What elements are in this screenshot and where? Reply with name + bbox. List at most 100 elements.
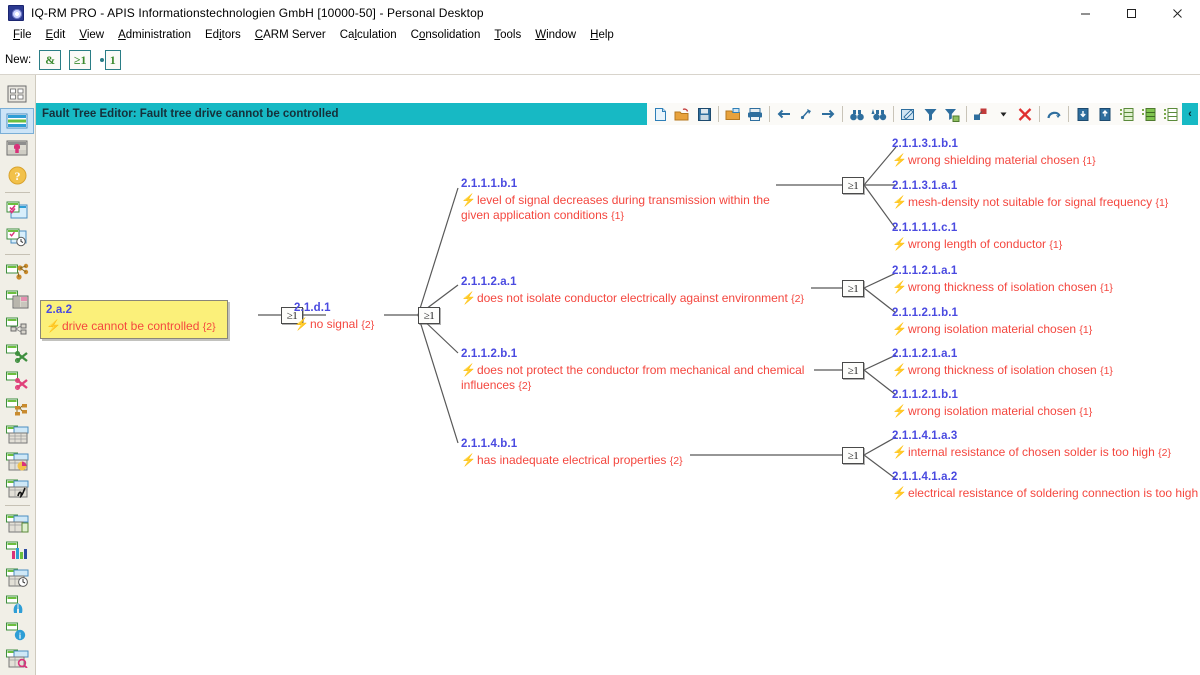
flow-chart-icon[interactable] [0, 313, 34, 339]
failure-bolt-icon: ⚡ [461, 362, 476, 377]
scissors-green-icon[interactable] [0, 340, 34, 366]
or-gate-level1[interactable]: ≥1 [418, 307, 440, 324]
node-description: ⚡wrong thickness of isolation chosen {1} [892, 279, 1113, 294]
network-nodes-icon[interactable] [0, 394, 34, 420]
forward-arrow-icon[interactable] [817, 104, 839, 124]
fault-tree-level2-node[interactable]: 2.1.1.1.b.1 ⚡level of signal decreases d… [461, 177, 781, 225]
fault-tree-leaf-node[interactable]: 2.1.1.3.1.b.1 ⚡wrong shielding material … [892, 137, 1197, 169]
menu-item-file[interactable]: FFileile [6, 28, 39, 44]
open-folder-icon[interactable] [671, 104, 693, 124]
delete-x-icon[interactable] [1014, 104, 1036, 124]
new-not-gate-button[interactable]: 1 [99, 50, 121, 70]
fault-tree-level2-node[interactable]: 2.1.1.2.b.1 ⚡does not protect the conduc… [461, 347, 811, 395]
close-icon[interactable] [1154, 0, 1200, 26]
node-code: 2.1.1.4.b.1 [461, 438, 518, 450]
table-insert-icon[interactable] [0, 135, 34, 161]
fault-tree-leaf-node[interactable]: 2.1.1.4.1.a.2 ⚡electrical resistance of … [892, 470, 1200, 501]
rail-divider [5, 505, 30, 506]
collapse-panel-button[interactable]: ‹ [1182, 103, 1198, 125]
fault-tree-leaf-node[interactable]: 2.1.1.1.1.c.1 ⚡wrong length of conductor… [892, 221, 1197, 253]
or-gate-branch-4[interactable]: ≥1 [842, 447, 864, 464]
fault-tree-level1-node[interactable]: 2.1.d.1 ⚡no signal {2} [294, 301, 394, 333]
back-arrow-icon[interactable] [773, 104, 795, 124]
edit-properties-icon[interactable] [897, 104, 919, 124]
list-fill-icon[interactable] [1138, 104, 1160, 124]
export-down-icon[interactable] [1072, 104, 1094, 124]
info-icon[interactable]: i [0, 618, 34, 644]
menu-item-view[interactable]: View [72, 28, 111, 44]
find-next-binoculars-icon[interactable] [868, 104, 890, 124]
dropdown-arrow-icon[interactable] [992, 104, 1014, 124]
action-history-icon[interactable] [0, 224, 34, 250]
fault-tree-level2-node[interactable]: 2.1.1.4.b.1 ⚡has inadequate electrical p… [461, 437, 701, 469]
new-or-gate-button[interactable]: ≥1 [69, 50, 92, 70]
rail-divider [5, 192, 30, 193]
menu-item-window[interactable]: Window [528, 28, 583, 44]
or-gate-branch-1[interactable]: ≥1 [842, 177, 864, 194]
failure-bolt-icon: ⚡ [892, 152, 907, 167]
fault-tree-leaf-node[interactable]: 2.1.1.2.1.a.1 ⚡wrong thickness of isolat… [892, 264, 1197, 296]
fault-tree-level2-node[interactable]: 2.1.1.2.a.1 ⚡does not isolate conductor … [461, 275, 821, 307]
bookmark-arrow-icon[interactable] [795, 104, 817, 124]
menu-item-editors[interactable]: Editors [198, 28, 248, 44]
bar-chart-icon[interactable] [0, 537, 34, 563]
open-print-folder-icon[interactable] [722, 104, 744, 124]
filter-icon[interactable] [919, 104, 941, 124]
search-table-icon[interactable] [0, 645, 34, 671]
menubar: FFileile Edit View Administration Editor… [0, 26, 1200, 46]
fault-tree-leaf-node[interactable]: 2.1.1.3.1.a.1 ⚡mesh-density not suitable… [892, 179, 1197, 211]
fault-tree-canvas[interactable]: 2.a.2 ⚡drive cannot be controlled {2} ≥1… [36, 125, 1200, 675]
fault-tree-leaf-node[interactable]: 2.1.1.4.1.a.3 ⚡internal resistance of ch… [892, 429, 1200, 461]
node-code: 2.1.1.3.1.a.1 [892, 180, 958, 192]
not-gate-dot-icon [99, 58, 104, 62]
matrix-table-icon[interactable] [0, 421, 34, 447]
undo-arrow-icon[interactable] [1043, 104, 1065, 124]
help-question-icon[interactable]: ? [0, 162, 34, 188]
menu-item-edit[interactable]: Edit [39, 28, 73, 44]
toolbar-separator [718, 106, 719, 122]
menu-item-administration[interactable]: Administration [111, 28, 198, 44]
new-document-icon[interactable] [649, 104, 671, 124]
scissors-pink-icon[interactable] [0, 367, 34, 393]
structure-tree-icon[interactable] [0, 259, 34, 285]
maximize-icon[interactable] [1108, 0, 1154, 26]
menu-item-tools[interactable]: Tools [487, 28, 528, 44]
node-code: 2.1.d.1 [294, 302, 331, 314]
or-gate-branch-2[interactable]: ≥1 [842, 280, 864, 297]
document-table-icon[interactable] [0, 510, 34, 536]
filter-save-icon[interactable] [941, 104, 963, 124]
fault-tree-leaf-node[interactable]: 2.1.1.2.1.a.1 ⚡wrong thickness of isolat… [892, 347, 1197, 379]
layout-arrange-icon[interactable] [970, 104, 992, 124]
list-add-icon[interactable] [1116, 104, 1138, 124]
node-code: 2.1.1.1.1.c.1 [892, 222, 958, 234]
or-gate-branch-3[interactable]: ≥1 [842, 362, 864, 379]
apis-logo-icon [8, 5, 24, 21]
structure-overview-icon[interactable] [0, 81, 34, 107]
import-down-icon[interactable] [1094, 104, 1116, 124]
failure-bolt-icon: ⚡ [461, 452, 476, 467]
menu-item-help[interactable]: Help [583, 28, 621, 44]
clock-table-icon[interactable] [0, 564, 34, 590]
save-icon[interactable] [693, 104, 715, 124]
signature-table-icon[interactable] [0, 475, 34, 501]
checklist-editor-icon[interactable] [0, 197, 34, 223]
failure-bolt-icon: ⚡ [892, 403, 907, 418]
find-binoculars-icon[interactable] [846, 104, 868, 124]
menu-item-carm-server[interactable]: CARM Server [248, 28, 333, 44]
pie-chart-table-icon[interactable] [0, 448, 34, 474]
fault-tree-root-node[interactable]: 2.a.2 ⚡drive cannot be controlled {2} [40, 300, 228, 339]
list-detail-icon[interactable] [1160, 104, 1182, 124]
split-view-icon[interactable] [0, 286, 34, 312]
minimize-icon[interactable] [1062, 0, 1108, 26]
node-description: ⚡has inadequate electrical properties {2… [461, 452, 683, 467]
print-icon[interactable] [744, 104, 766, 124]
form-sheet-icon[interactable] [0, 108, 34, 134]
menu-item-calculation[interactable]: Calculation [333, 28, 404, 44]
fault-tree-leaf-node[interactable]: 2.1.1.2.1.b.1 ⚡wrong isolation material … [892, 388, 1197, 420]
node-description: ⚡no signal {2} [294, 316, 375, 331]
new-and-gate-button[interactable]: & [39, 50, 62, 70]
menu-item-consolidation[interactable]: Consolidation [404, 28, 488, 44]
node-code: 2.1.1.4.1.a.2 [892, 471, 958, 483]
lungs-statistics-icon[interactable] [0, 591, 34, 617]
fault-tree-leaf-node[interactable]: 2.1.1.2.1.b.1 ⚡wrong isolation material … [892, 306, 1197, 338]
